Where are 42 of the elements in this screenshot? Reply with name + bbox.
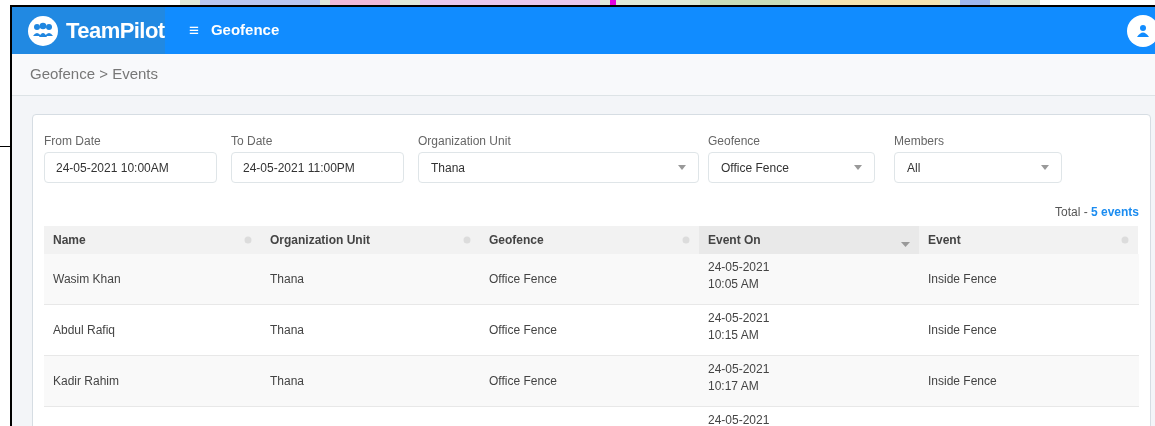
caret-icon xyxy=(1041,165,1049,170)
table-cell: Kadir Rahim xyxy=(53,372,120,390)
table-cell: Office Fence xyxy=(489,372,557,390)
field-label: Geofence xyxy=(708,133,762,150)
column-header[interactable]: Geofence xyxy=(480,226,699,254)
dropdown[interactable]: Thana xyxy=(418,152,699,183)
table-cell: 24-05-2021 10:05 AM xyxy=(708,259,770,293)
table-cell: Office Fence xyxy=(489,321,557,339)
column-header[interactable]: Event xyxy=(919,226,1138,254)
table-cell: 24-05-2021 10:17 AM xyxy=(708,361,770,395)
date-input-field[interactable]: 24-05-2021 10:00AM xyxy=(44,152,217,183)
table-cell: Wasim Khan xyxy=(53,270,121,288)
column-header[interactable]: Name xyxy=(44,226,261,254)
user-icon xyxy=(1136,23,1150,38)
field-label: To Date xyxy=(231,133,274,150)
app-logo-text: TeamPilot xyxy=(66,17,165,45)
column-header[interactable]: Organization Unit xyxy=(261,226,480,254)
field-label: Members xyxy=(894,133,945,150)
breadcrumb: Geofence > Events xyxy=(30,64,158,85)
table-cell: Office Fence xyxy=(489,270,557,288)
table-cell: Thana xyxy=(270,321,305,339)
dropdown[interactable]: All xyxy=(894,152,1062,183)
field-label: From Date xyxy=(44,133,102,150)
table-cell: Inside Fence xyxy=(928,270,997,288)
total-label: Total - xyxy=(1054,204,1089,221)
field-label: Organization Unit xyxy=(418,133,512,150)
table-cell: Abdul Rafiq xyxy=(53,321,116,339)
table-cell: Thana xyxy=(270,270,305,288)
team-logo-icon xyxy=(28,15,58,46)
user-avatar-button[interactable] xyxy=(1127,14,1155,47)
caret-icon xyxy=(854,165,862,170)
column-header[interactable]: Event On xyxy=(699,226,919,254)
table-cell: Inside Fence xyxy=(928,372,997,390)
table-cell: Inside Fence xyxy=(928,321,997,339)
caret-icon xyxy=(678,165,686,170)
table-cell: Thana xyxy=(270,372,305,390)
table-cell: 24-05-2021 xyxy=(708,412,770,426)
dropdown[interactable]: Office Fence xyxy=(708,152,875,183)
table-cell: 24-05-2021 10:15 AM xyxy=(708,310,770,344)
sort-caret-icon xyxy=(901,241,910,247)
date-input-field[interactable]: 24-05-2021 11:00PM xyxy=(231,152,404,183)
page-title: Geofence xyxy=(210,20,280,41)
